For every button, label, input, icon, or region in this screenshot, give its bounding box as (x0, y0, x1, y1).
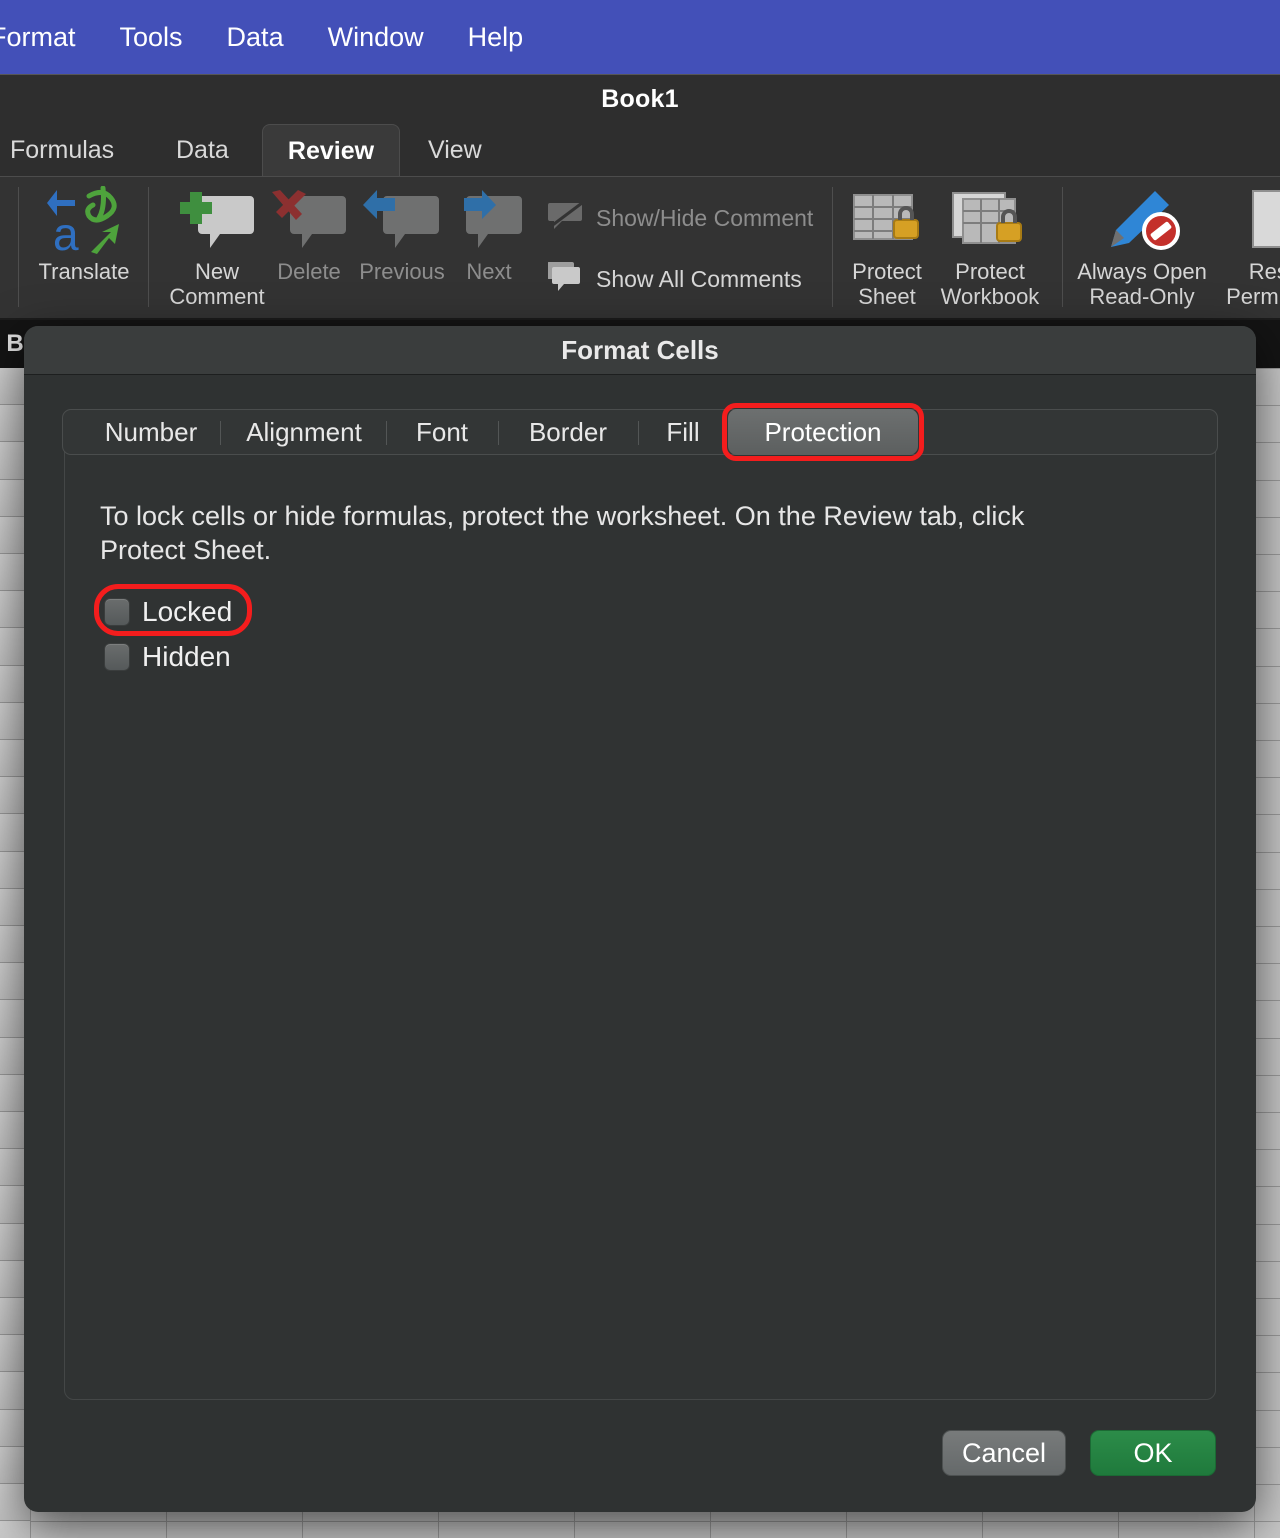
row-header[interactable] (0, 1521, 30, 1538)
ribbon-button-translate[interactable]: a Translate (18, 185, 150, 284)
ribbon-label-translate: Translate (38, 259, 130, 284)
ribbon-tab-review[interactable]: Review (262, 124, 400, 177)
locked-label: Locked (142, 596, 233, 627)
locked-checkbox[interactable] (104, 598, 130, 626)
delete-comment-icon (268, 185, 350, 257)
tab-divider (386, 421, 387, 445)
cancel-button[interactable]: Cancel (942, 1430, 1066, 1476)
ribbon-label-next-comment: Next (466, 259, 512, 284)
dialog-content-panel (64, 428, 1216, 1400)
menu-item-data[interactable]: Data (205, 0, 306, 74)
ribbon-separator (148, 187, 149, 307)
tab-divider (220, 421, 221, 445)
dialog-tab-alignment[interactable]: Alignment (226, 409, 382, 455)
ribbon-button-protect-workbook[interactable]: Protect Workbook (924, 185, 1056, 309)
previous-comment-icon (361, 185, 443, 257)
translate-icon: a (45, 185, 123, 257)
ribbon-toolbar: a Translate New Comment Delete Previous … (0, 177, 1280, 320)
always-open-read-only-icon (1097, 185, 1187, 257)
hidden-checkbox[interactable] (104, 643, 130, 671)
ribbon-tab-data[interactable]: Data (160, 124, 245, 177)
ribbon-separator (1062, 187, 1063, 307)
ribbon-label-delete-comment: Delete (277, 259, 341, 284)
show-all-comments-icon (547, 261, 584, 298)
dialog-title-bar: Format Cells (24, 326, 1256, 375)
workbook-title: Book1 (601, 85, 679, 113)
ribbon-label-protect-sheet: Protect Sheet (852, 259, 922, 309)
protection-description: To lock cells or hide formulas, protect … (100, 501, 1025, 565)
show-hide-comment-icon (548, 201, 584, 236)
workbook-title-bar: Book1 (0, 74, 1280, 124)
menu-item-window[interactable]: Window (306, 0, 446, 74)
ribbon-button-restrict-permissions[interactable]: RestrictPermissions (1218, 185, 1280, 309)
excel-app-window: B Format Tools Data Window Help Book1 Fo… (0, 0, 1280, 1538)
ribbon-button-always-open-read-only[interactable]: Always Open Read-Only (1074, 185, 1210, 309)
ribbon-tab-formulas[interactable]: Formulas (0, 124, 130, 177)
menu-item-tools[interactable]: Tools (98, 0, 205, 74)
ribbon-label-restrict-permissions: RestrictPermissions (1226, 259, 1280, 309)
ribbon-button-show-hide-comment[interactable]: Show/Hide Comment (548, 201, 813, 236)
svg-text:a: a (53, 208, 79, 256)
ribbon-tab-bar: Formulas Data Review View (0, 124, 1280, 177)
ribbon-tab-view[interactable]: View (412, 124, 498, 177)
dialog-tab-border[interactable]: Border (504, 409, 632, 455)
dialog-tab-strip: Number Alignment Font Border Fill Protec… (62, 401, 1218, 463)
menu-item-format[interactable]: Format (0, 0, 98, 74)
dialog-tab-protection[interactable]: Protection (728, 409, 918, 455)
menu-item-help[interactable]: Help (446, 0, 546, 74)
ribbon-label-previous-comment: Previous (359, 259, 445, 284)
ribbon-label-show-all-comments: Show All Comments (596, 266, 802, 292)
restrict-permissions-icon (1241, 185, 1280, 257)
grid-line-h (30, 1521, 1280, 1523)
format-cells-dialog: Format Cells Number Alignment Font Borde… (24, 326, 1256, 1512)
new-comment-icon (176, 185, 258, 257)
dialog-tab-font[interactable]: Font (392, 409, 492, 455)
menu-bar: Format Tools Data Window Help (0, 0, 1280, 74)
hidden-label: Hidden (142, 641, 231, 672)
ribbon-label-always-open-read-only: Always Open Read-Only (1077, 259, 1207, 309)
ribbon-label-show-hide-comment: Show/Hide Comment (596, 205, 814, 231)
next-comment-icon (448, 185, 530, 257)
tab-divider (498, 421, 499, 445)
tab-divider (638, 421, 639, 445)
ok-button[interactable]: OK (1090, 1430, 1216, 1476)
dialog-tab-fill[interactable]: Fill (644, 409, 722, 455)
ribbon-button-show-all-comments[interactable]: Show All Comments (547, 261, 802, 298)
dialog-title: Format Cells (561, 335, 719, 365)
checkbox-row-locked[interactable]: Locked (104, 596, 232, 628)
checkbox-row-hidden[interactable]: Hidden (104, 641, 231, 673)
ribbon-button-next-comment[interactable]: Next (434, 185, 544, 284)
protect-workbook-icon (947, 185, 1033, 257)
ribbon-label-protect-workbook: Protect Workbook (940, 259, 1040, 309)
protect-sheet-icon (844, 185, 930, 257)
dialog-tab-number[interactable]: Number (84, 409, 218, 455)
